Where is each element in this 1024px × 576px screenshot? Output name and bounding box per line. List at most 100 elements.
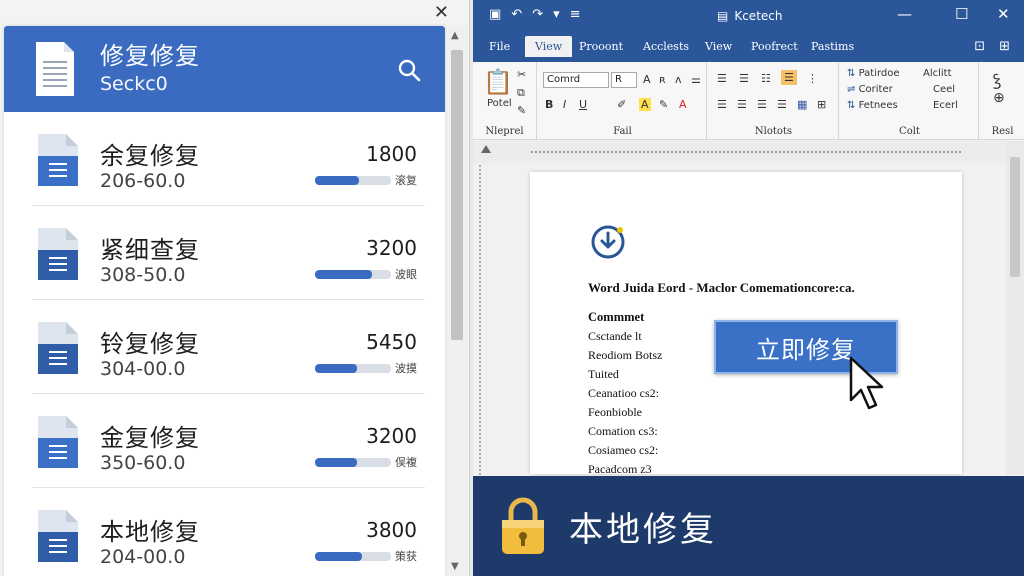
item-name: 金复修复 [100, 424, 200, 452]
eraser-icon[interactable]: ✎ [659, 98, 668, 111]
horizontal-ruler [473, 141, 1024, 163]
item-value: 5450 [366, 330, 417, 354]
maximize-button[interactable]: ☐ [955, 5, 968, 23]
doc-line: Commmet [588, 310, 645, 324]
item-progress-fill [315, 552, 363, 561]
underline-button[interactable]: U [579, 98, 587, 111]
list-item[interactable]: 紧细查复 308-50.0 3200 波眼 [32, 206, 425, 300]
panel-header: 修复修复 Seckc0 [4, 26, 445, 112]
item-value: 1800 [366, 142, 417, 166]
customize-icon[interactable]: ▾ [553, 7, 560, 22]
paste-label[interactable]: Potel [487, 98, 512, 109]
document-scroll-thumb[interactable] [1010, 157, 1020, 277]
document-icon [36, 42, 74, 96]
editing-group: ꝣ ⊕ Resl [981, 62, 1024, 140]
style-right-1[interactable]: Alclitt [923, 68, 952, 79]
font-color-icon[interactable]: A [679, 98, 687, 111]
paste-icon[interactable]: 📋 [483, 68, 513, 96]
highlight-color-icon[interactable]: A [639, 98, 651, 111]
replace-icon[interactable]: ⊕ [993, 90, 1005, 106]
clipboard-group: 📋 Potel ✂ ⧉ ✎ Nleprel [473, 62, 537, 140]
document-lines: Commmet Csctande lt Reodiom Botsz Tuited… [588, 308, 662, 479]
align-active-icon[interactable]: ☰ [781, 70, 797, 85]
save-icon[interactable]: ▣ [489, 7, 501, 22]
tab-view[interactable]: View [705, 40, 732, 53]
item-tag: 波眼 [395, 268, 417, 281]
minimize-button[interactable]: — [897, 5, 912, 23]
bold-button[interactable]: B [545, 98, 553, 111]
style-1[interactable]: ⇅ Patirdoe [847, 68, 900, 79]
highlight-icon[interactable]: ✐ [617, 98, 626, 111]
redo-icon[interactable]: ↷ [532, 7, 543, 22]
scroll-thumb[interactable] [451, 50, 463, 340]
doc-line: Comation cs3: [588, 424, 658, 438]
style-3[interactable]: ⇅ Fetnees [847, 100, 898, 111]
cut-icon[interactable]: ✂ [517, 68, 526, 81]
shading-icon[interactable]: ▦ [797, 98, 807, 111]
tab-view-active[interactable]: View [525, 36, 573, 57]
item-name: 铃复修复 [100, 330, 200, 358]
align-right-icon[interactable]: ☰ [757, 98, 767, 111]
tab-acclests[interactable]: Acclests [643, 40, 689, 53]
find-icon[interactable]: ꝣ [993, 68, 1001, 90]
item-progress-bar [315, 176, 391, 185]
multilevel-icon[interactable]: ☷ [761, 72, 771, 85]
item-name: 紧细查复 [100, 236, 200, 264]
change-case-icon[interactable]: ʌ [675, 73, 682, 86]
title-bar: ▣ ↶ ↷ ▾ ≡ ▤ Kcetech — ☐ ✕ [473, 0, 1024, 34]
list-item[interactable]: 金复修复 350-60.0 3200 俣複 [32, 394, 425, 488]
list-item[interactable]: 铃复修复 304-00.0 5450 波摸 [32, 300, 425, 394]
tab-poofrect[interactable]: Poofrect [751, 40, 798, 53]
panel-subtitle: Seckc0 [100, 73, 168, 95]
style-2[interactable]: ⇌ Coriter [847, 84, 893, 95]
ruler-marker-icon[interactable] [481, 145, 491, 153]
tab-prooont[interactable]: Prooont [579, 40, 623, 53]
recovery-app-window: ✕ 修复修复 Seckc0 余复修复 206-60.0 1800 滚复 紧细查复… [0, 0, 470, 576]
undo-icon[interactable]: ↶ [511, 7, 522, 22]
lock-icon [502, 497, 544, 554]
italic-button[interactable]: I [563, 98, 566, 111]
copy-icon[interactable]: ⧉ [517, 86, 525, 100]
ribbon-display-icon[interactable]: ⊞ [999, 39, 1010, 54]
align-center-icon[interactable]: ☰ [737, 98, 747, 111]
shrink-font-icon[interactable]: ʀ [659, 73, 666, 86]
tab-pastims[interactable]: Pastims [811, 40, 854, 53]
format-painter-icon[interactable]: ✎ [517, 104, 526, 117]
item-subtitle: 304-00.0 [100, 358, 186, 380]
item-value: 3200 [366, 424, 417, 448]
doc-line: Ceanatioo cs2: [588, 386, 659, 400]
font-name-combo[interactable]: Comrd [543, 72, 609, 88]
sort-icon[interactable]: ⋮ [807, 72, 818, 85]
quick-access-toolbar: ▣ ↶ ↷ ▾ ≡ [489, 7, 581, 22]
list-item[interactable]: 余复修复 206-60.0 1800 滚复 [32, 112, 425, 206]
list-item[interactable]: 本地修复 204-00.0 3800 策获 [32, 488, 425, 576]
borders-icon[interactable]: ⊞ [817, 98, 826, 111]
menu-icon[interactable]: ≡ [570, 7, 581, 22]
scrollbar[interactable]: ▲ ▼ [447, 26, 467, 576]
scroll-down-icon[interactable]: ▼ [451, 561, 459, 572]
style-right-2[interactable]: Ceel [933, 84, 955, 95]
close-icon[interactable]: ✕ [434, 3, 449, 23]
grow-font-icon[interactable]: A [643, 73, 651, 86]
align-left-icon[interactable]: ☰ [717, 98, 727, 111]
justify-icon[interactable]: ☰ [777, 98, 787, 111]
numbering-icon[interactable]: ☰ [739, 72, 749, 85]
clear-format-icon[interactable]: ⚌ [691, 73, 701, 86]
item-progress-fill [315, 176, 360, 185]
item-subtitle: 308-50.0 [100, 264, 186, 286]
document-icon [38, 322, 78, 374]
style-right-3[interactable]: Ecerl [933, 100, 958, 111]
document-page[interactable]: Word Juida Eord - Maclor Comemationcore:… [530, 172, 962, 476]
scroll-up-icon[interactable]: ▲ [451, 30, 459, 41]
item-value: 3800 [366, 518, 417, 542]
bullets-icon[interactable]: ☰ [717, 72, 727, 85]
doc-line: Tuited [588, 367, 619, 381]
document-scrollbar[interactable] [1006, 141, 1024, 475]
tab-file[interactable]: File [489, 40, 510, 53]
share-icon[interactable]: ⊡ [974, 39, 985, 54]
font-size-combo[interactable]: R [611, 72, 637, 88]
search-icon[interactable] [397, 58, 421, 82]
document-icon [38, 510, 78, 562]
close-button[interactable]: ✕ [997, 5, 1010, 23]
editing-group-label: Resl [991, 126, 1014, 137]
